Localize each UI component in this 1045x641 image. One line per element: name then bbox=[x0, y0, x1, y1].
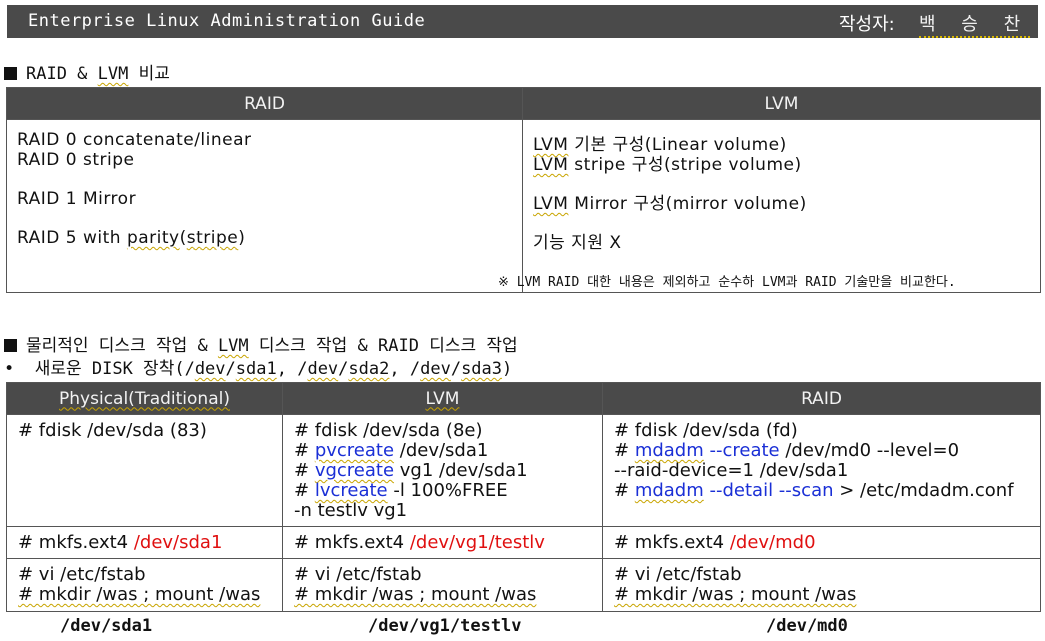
table-header-row: RAID LVM bbox=[6, 87, 1041, 120]
author-label: 작성자: bbox=[839, 14, 895, 35]
table-row: # mkfs.ext4 /dev/sda1 # mkfs.ext4 /dev/v… bbox=[6, 526, 1041, 559]
square-bullet-icon bbox=[4, 339, 17, 352]
section-title-disk-work: 물리적인 디스크 작업 & LVM 디스크 작업 & RAID 디스크 작업 bbox=[4, 331, 518, 356]
lvm-column-cell: LVM 기본 구성(Linear volume) LVM stripe 구성(s… bbox=[522, 119, 1041, 293]
comparison-note: ※ LVM RAID 대한 내용은 제외하고 순수하 LVM과 RAID 기술만… bbox=[498, 275, 956, 290]
document-title: Enterprise Linux Administration Guide bbox=[28, 11, 426, 31]
lvm-mkfs-cell: # mkfs.ext4 /dev/vg1/testlv bbox=[282, 526, 603, 559]
disk-work-table: Physical(Traditional) LVM RAID # fdisk /… bbox=[6, 382, 1041, 612]
square-bullet-icon bbox=[4, 67, 17, 80]
column-header-physical: Physical(Traditional) bbox=[6, 382, 283, 415]
raid-column-cell: RAID 0 concatenate/linear RAID 0 stripe … bbox=[6, 119, 523, 293]
table-row: RAID 0 concatenate/linear RAID 0 stripe … bbox=[6, 119, 1041, 293]
physical-mkfs-cell: # mkfs.ext4 /dev/sda1 bbox=[6, 526, 283, 559]
column-header-raid: RAID bbox=[602, 382, 1041, 415]
lvm-create-cell: # fdisk /dev/sda (8e) # pvcreate /dev/sd… bbox=[282, 414, 603, 527]
section-title-comparison: RAID & LVM 비교 bbox=[4, 59, 170, 84]
bullet-dot-icon: • bbox=[4, 359, 35, 379]
table-row: # vi /etc/fstab # mkdir /was ; mount /wa… bbox=[6, 558, 1041, 612]
raid-lvm-comparison-table: RAID LVM RAID 0 concatenate/linear RAID … bbox=[6, 87, 1041, 293]
physical-mount-cell: # vi /etc/fstab # mkdir /was ; mount /wa… bbox=[6, 558, 283, 612]
footer-device-physical: /dev/sda1 bbox=[60, 616, 153, 636]
footer-device-raid: /dev/md0 bbox=[766, 616, 848, 636]
table-header-row: Physical(Traditional) LVM RAID bbox=[6, 382, 1041, 415]
author-name: 백 승 찬 bbox=[919, 10, 1031, 38]
physical-fdisk-cell: # fdisk /dev/sda (83) bbox=[6, 414, 283, 527]
lvm-mount-cell: # vi /etc/fstab # mkdir /was ; mount /wa… bbox=[282, 558, 603, 612]
raid-create-cell: # fdisk /dev/sda (fd) # mdadm --create /… bbox=[602, 414, 1041, 527]
table-row: # fdisk /dev/sda (83) # fdisk /dev/sda (… bbox=[6, 414, 1041, 527]
column-header-lvm: LVM bbox=[282, 382, 603, 415]
document-header: Enterprise Linux Administration Guide 작성… bbox=[7, 5, 1038, 38]
column-header-raid: RAID bbox=[6, 87, 523, 120]
footer-device-lvm: /dev/vg1/testlv bbox=[368, 616, 522, 636]
column-header-lvm: LVM bbox=[522, 87, 1041, 120]
raid-mkfs-cell: # mkfs.ext4 /dev/md0 bbox=[602, 526, 1041, 559]
new-disk-bullet: • 새로운 DISK 장착(/dev/sda1, /dev/sda2, /dev… bbox=[4, 359, 513, 379]
raid-mount-cell: # vi /etc/fstab # mkdir /was ; mount /wa… bbox=[602, 558, 1041, 612]
